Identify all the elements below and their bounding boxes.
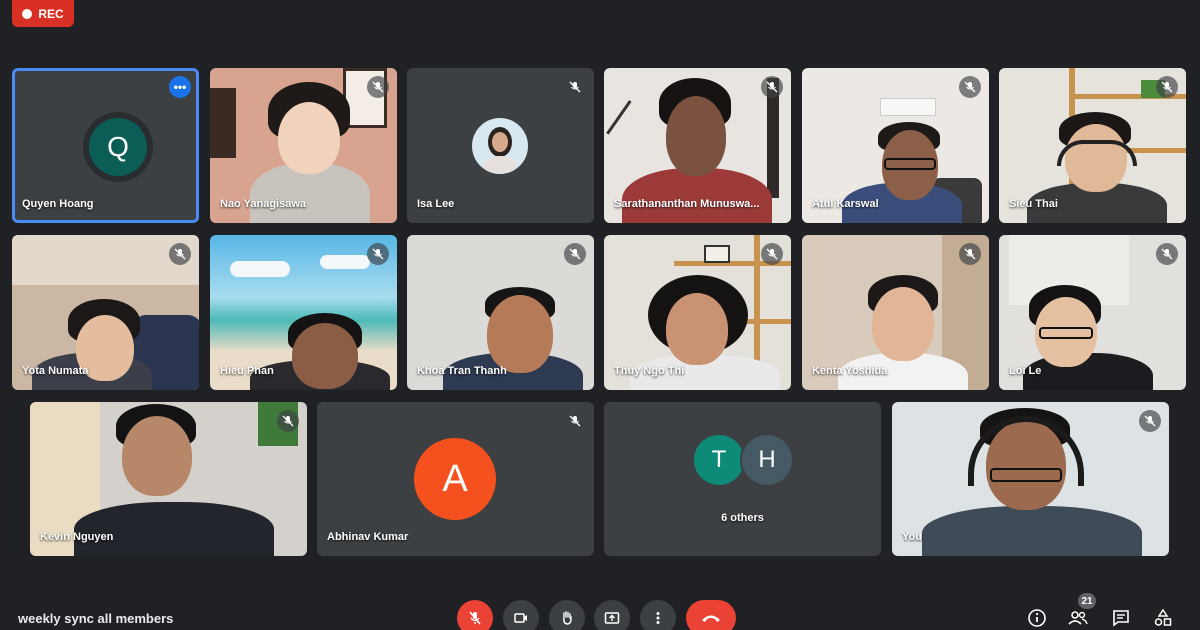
recording-indicator: REC [12,0,74,27]
participant-name: Khoa Tran Thanh [417,365,507,377]
video-feed [892,402,1169,556]
end-call-button[interactable] [686,600,736,630]
participant-name: Yota Numata [22,365,89,377]
mic-off-icon [761,243,783,265]
mic-off-icon [169,243,191,265]
activities-button[interactable] [1151,606,1175,630]
present-screen-button[interactable] [594,600,630,630]
participant-tile-nao-yanagisawa[interactable]: Nao Yanagisawa [210,68,397,223]
mic-off-icon [1156,243,1178,265]
record-dot-icon [22,8,33,19]
participant-tile-isa-lee[interactable]: Isa Lee [407,68,594,223]
mic-off-icon [959,76,981,98]
mic-off-icon [564,243,586,265]
more-options-button[interactable] [640,600,676,630]
participant-count-badge: 21 [1078,593,1096,609]
participant-name: Atul Karswal [812,198,879,210]
avatar [472,118,528,174]
participant-name: Abhinav Kumar [327,531,409,543]
participant-tile-yota-numata[interactable]: Yota Numata [12,235,199,390]
participant-name: You [902,531,922,543]
participant-tile-quyen-hoang[interactable]: ••• Q Quyen Hoang [12,68,199,223]
participant-name: Thuy Ngo Thi [614,365,685,377]
participant-name: Loi Le [1009,365,1042,377]
recording-label: REC [38,6,64,21]
present-icon [604,612,620,624]
mic-off-icon [1139,410,1161,432]
camera-toggle-button[interactable] [503,600,539,630]
participant-name: Sieu Thai [1009,198,1058,210]
mic-off-icon [564,76,586,98]
camera-icon [514,613,527,623]
hand-icon [563,611,572,625]
participant-name: Sarathananthan Munuswa... [614,198,760,210]
participant-tile-khoa-tran-thanh[interactable]: Khoa Tran Thanh [407,235,594,390]
participant-name: Kevin Nguyen [40,531,114,543]
chat-button[interactable] [1109,606,1133,630]
mic-off-icon [469,611,481,625]
chat-icon [1113,610,1129,627]
participant-name: Quyen Hoang [22,198,94,210]
activities-icon [1154,608,1172,626]
participants-button[interactable] [1066,606,1090,630]
mic-off-icon [1156,76,1178,98]
mic-off-icon [761,76,783,98]
participant-tile-kenta-yoshida[interactable]: Kenta Yoshida [802,235,989,390]
participant-tile-thuy-ngo-thi[interactable]: Thuy Ngo Thi [604,235,791,390]
participant-name: Kenta Yoshida [812,365,888,377]
participant-tile-atul-karswal[interactable]: Atul Karswal [802,68,989,223]
avatar: A [414,438,496,520]
mic-off-icon [277,410,299,432]
avatar-initial: Q [89,118,147,176]
participant-tile-kevin-nguyen[interactable]: Kevin Nguyen [30,402,307,556]
phone-hangup-icon [702,615,720,622]
participant-tile-sieu-thai[interactable]: Sieu Thai [999,68,1186,223]
mic-toggle-button[interactable] [457,600,493,630]
participant-tile-abhinav-kumar[interactable]: A Abhinav Kumar [317,402,594,556]
info-icon [1028,609,1046,627]
avatar-t: T [692,433,746,487]
participant-name: Isa Lee [417,198,455,210]
more-options-icon[interactable]: ••• [169,76,191,98]
people-icon [1068,611,1088,625]
avatar-h: H [740,433,794,487]
mic-off-icon [367,76,389,98]
participant-tile-loi-le[interactable]: Loi Le [999,235,1186,390]
mic-off-icon [959,243,981,265]
mic-off-icon [367,243,389,265]
more-vert-icon [656,612,660,624]
others-tile[interactable]: T H 6 others [604,402,881,556]
raise-hand-button[interactable] [549,600,585,630]
participant-tile-sarathananthan[interactable]: Sarathananthan Munuswa... [604,68,791,223]
participant-name: Nao Yanagisawa [220,198,307,210]
participant-name: Hieu Phan [220,365,274,377]
participant-tile-hieu-phan[interactable]: Hieu Phan [210,235,397,390]
others-count-label: 6 others [721,512,764,524]
avatar: Q [83,112,153,182]
meeting-info-button[interactable] [1025,606,1049,630]
mic-off-icon [564,410,586,432]
participant-tile-you[interactable]: You [892,402,1169,556]
meeting-title: weekly sync all members [18,611,174,626]
